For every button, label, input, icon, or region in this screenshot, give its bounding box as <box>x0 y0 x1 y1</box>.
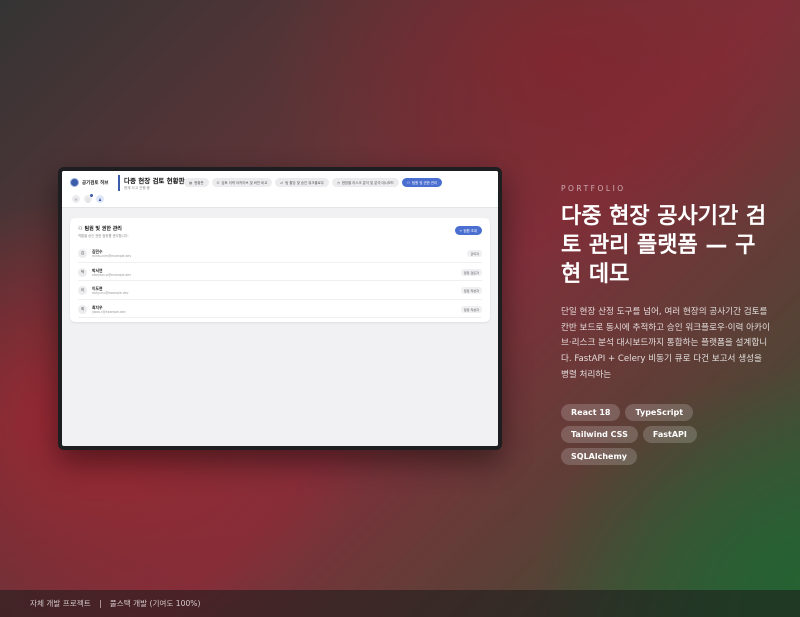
tab-5[interactable]: ⚇ 팀원 및 권한 관리 <box>402 178 443 187</box>
footer-project-type: 자체 개발 프로젝트 <box>30 599 91 608</box>
tab-icon: ⊟ <box>216 180 220 185</box>
nav-tabs: ▦ 현황판 ⊟ 검토 이력 아카이브 및 버전 비교 ⇄ 팀 할당 및 승인 워크플로우 ◔… <box>184 178 443 187</box>
team-icon: ⚇ <box>78 225 83 232</box>
tab-icon: ⇄ <box>280 180 284 185</box>
portfolio-label: PORTFOLIO <box>561 184 626 193</box>
user-icon[interactable]: ♟ <box>96 195 104 203</box>
tech-chip: React 18 <box>561 404 621 421</box>
project-headline: 다중 현장 공사기간 검토 관리 플랫폼 — 구현 데모 <box>561 204 767 287</box>
tech-chip: Tailwind CSS <box>561 426 638 443</box>
panel-title-text: 팀원 및 권한 관리 <box>84 226 122 232</box>
tab-1[interactable]: ▦ 현황판 <box>184 178 209 187</box>
tab-label: 현황판 <box>194 181 204 185</box>
member-avatar: 최 <box>78 304 87 314</box>
member-email: dohyun.l@example.dev <box>92 291 129 295</box>
member-row[interactable]: 최 최지우 jiwoo.c@example.dev 일정 작성자 <box>78 300 482 318</box>
tab-label: 팀 할당 및 승인 워크플로우 <box>285 181 324 185</box>
brand-name: 공기검토 허브 <box>82 180 109 186</box>
member-row[interactable]: 박 박서연 seoyeon.p@example.dev 일정 검토자 <box>78 263 482 281</box>
icon-glyph: ♟ <box>98 196 102 202</box>
page-title-block: 다중 현장 검토 현황판 현재 사고 진행 중 <box>118 175 185 191</box>
brand-logo-icon <box>70 178 79 187</box>
tab-icon: ⚇ <box>407 180 411 185</box>
tab-label: 검토 이력 아카이브 및 버전 비교 <box>221 181 268 185</box>
brand[interactable]: 공기검토 허브 <box>70 178 108 187</box>
icon-glyph: ☼ <box>74 196 78 202</box>
tab-3[interactable]: ⇄ 팀 할당 및 승인 워크플로우 <box>275 178 329 187</box>
member-row[interactable]: 김 김민수 minsu.kim@example.dev 관리자 <box>78 244 482 263</box>
app-header: 공기검토 허브 다중 현장 검토 현황판 현재 사고 진행 중 ▦ 현황판 ⊟ 검토 … <box>62 171 498 208</box>
page-title: 다중 현장 검토 현황판 <box>124 177 185 185</box>
panel-subtitle: 역할을 승인 권한 범위를 관리합니다. <box>78 234 129 238</box>
member-role-badge[interactable]: 일정 검토자 <box>460 268 482 276</box>
icon-glyph: ◌ <box>86 196 90 202</box>
member-management-panel: ⚇ 팀원 및 권한 관리 역할을 승인 권한 범위를 관리합니다. + 팀원 초… <box>70 218 490 322</box>
sun-icon[interactable]: ☼ <box>72 195 80 203</box>
tab-label: 현장별 리스크 분석 및 분석 대시보드 <box>341 181 394 185</box>
footer-role: 풀스택 개발 (기여도 100%) <box>109 599 201 608</box>
footer-divider <box>99 599 101 608</box>
header-icons: ☼ ◌ ♟ <box>72 194 104 203</box>
project-description: 단일 현장 산정 도구를 넘어, 여러 현장의 공사기간 검토를 칸반 보드로 … <box>561 307 770 380</box>
tab-icon: ▦ <box>189 180 193 185</box>
member-email: seoyeon.p@example.dev <box>92 272 132 277</box>
bell-icon[interactable]: ◌ <box>84 194 93 203</box>
tab-icon: ◔ <box>336 180 340 185</box>
member-email: minsu.kim@example.dev <box>92 254 132 258</box>
member-avatar: 김 <box>78 249 87 258</box>
tab-2[interactable]: ⊟ 검토 이력 아카이브 및 버전 비교 <box>211 178 273 187</box>
footer-bar: 자체 개발 프로젝트 풀스택 개발 (기여도 100%) <box>0 590 800 617</box>
tech-chip: FastAPI <box>642 426 697 443</box>
page-subtitle: 현재 사고 진행 중 <box>124 186 150 190</box>
member-role-badge[interactable]: 일정 작성자 <box>460 287 482 294</box>
member-avatar: 이 <box>78 286 87 295</box>
tech-stack-chips: React 18 TypeScript Tailwind CSS FastAPI SQL… <box>561 404 761 465</box>
member-role-badge[interactable]: 일정 작성자 <box>460 305 482 313</box>
tab-label: 팀원 및 권한 관리 <box>412 181 438 185</box>
member-email: jiwoo.c@example.dev <box>92 309 126 314</box>
invite-member-button[interactable]: + 팀원 초대 <box>454 226 482 235</box>
member-row[interactable]: 이 이도현 dohyun.l@example.dev 일정 작성자 <box>78 281 482 300</box>
member-role-badge[interactable]: 관리자 <box>467 250 482 257</box>
member-avatar: 박 <box>78 267 87 277</box>
tab-4[interactable]: ◔ 현장별 리스크 분석 및 분석 대시보드 <box>331 178 399 187</box>
notification-dot <box>90 194 93 197</box>
device-mockup: 공기검토 허브 다중 현장 검토 현황판 현재 사고 진행 중 ▦ 현황판 ⊟ 검토 … <box>58 167 502 450</box>
panel-title: ⚇ 팀원 및 권한 관리 <box>78 225 129 233</box>
panel-header: ⚇ 팀원 및 권한 관리 역할을 승인 권한 범위를 관리합니다. <box>78 225 129 239</box>
app-screen: 공기검토 허브 다중 현장 검토 현황판 현재 사고 진행 중 ▦ 현황판 ⊟ 검토 … <box>62 171 498 446</box>
tech-chip: SQLAlchemy <box>561 448 638 465</box>
tech-chip: TypeScript <box>625 404 694 421</box>
member-list: 김 김민수 minsu.kim@example.dev 관리자 박 박서연 seoyeon.… <box>78 244 482 318</box>
